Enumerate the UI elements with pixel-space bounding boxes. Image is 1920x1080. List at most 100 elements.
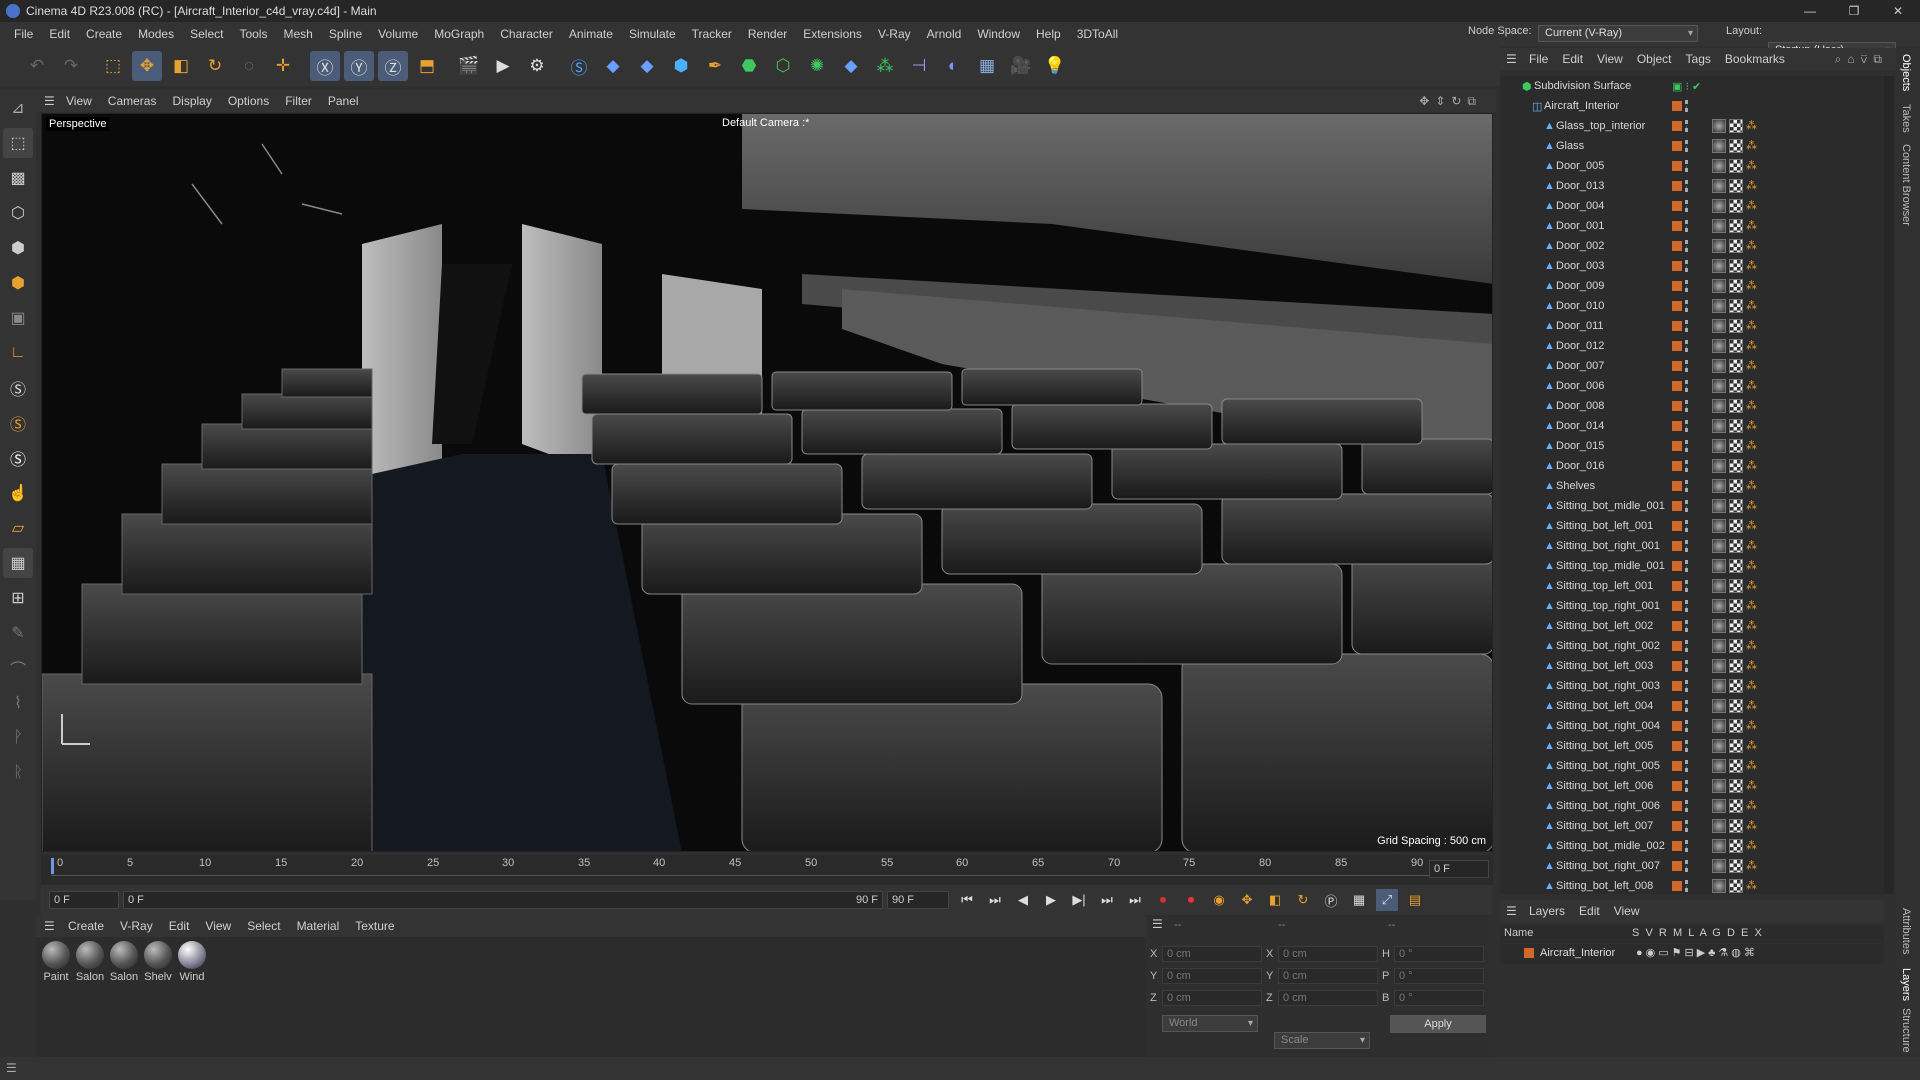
visibility-dots-icon[interactable] — [1685, 820, 1688, 832]
points-mode-icon[interactable]: ⬡ — [3, 198, 33, 228]
pla-key-icon[interactable]: ▦ — [1348, 889, 1370, 911]
phong-tag-icon[interactable]: ⁂ — [1746, 179, 1760, 193]
texture-tag-icon[interactable] — [1729, 619, 1743, 633]
texture-tag-icon[interactable] — [1729, 639, 1743, 653]
end-frame-field[interactable]: 90 F — [887, 891, 949, 909]
texture-tag-icon[interactable] — [1729, 819, 1743, 833]
vray-material-tag-icon[interactable] — [1712, 839, 1726, 853]
texture-tag-icon[interactable] — [1729, 139, 1743, 153]
texture-tag-icon[interactable] — [1729, 199, 1743, 213]
object-row[interactable]: ▲ Sitting_bot_right_003 ⁂ — [1500, 676, 1884, 696]
texture-tag-icon[interactable] — [1729, 179, 1743, 193]
object-row[interactable]: ◫ Aircraft_Interior — [1500, 96, 1884, 116]
subdivision-icon[interactable]: ⬣ — [734, 51, 764, 81]
texture-tag-icon[interactable] — [1729, 659, 1743, 673]
extrude-icon[interactable]: ⬡ — [768, 51, 798, 81]
phong-tag-icon[interactable]: ⁂ — [1746, 739, 1760, 753]
object-row[interactable]: ▲ Sitting_bot_right_005 ⁂ — [1500, 756, 1884, 776]
visibility-dots-icon[interactable] — [1685, 620, 1688, 632]
vray-material-tag-icon[interactable] — [1712, 619, 1726, 633]
object-row[interactable]: ▲ Door_006 ⁂ — [1500, 376, 1884, 396]
timeline-window-icon[interactable]: ▤ — [1404, 889, 1426, 911]
visibility-dots-icon[interactable] — [1685, 340, 1688, 352]
object-row[interactable]: ▲ Sitting_bot_right_004 ⁂ — [1500, 716, 1884, 736]
motion-clip-icon[interactable]: ⤢ — [1376, 889, 1398, 911]
texture-tag-icon[interactable] — [1729, 799, 1743, 813]
visibility-dots-icon[interactable] — [1685, 300, 1688, 312]
layer-color-swatch[interactable] — [1672, 161, 1682, 171]
playhead[interactable] — [51, 858, 54, 874]
phong-tag-icon[interactable]: ⁂ — [1746, 539, 1760, 553]
texture-tag-icon[interactable] — [1729, 699, 1743, 713]
layer-color-swatch[interactable] — [1672, 221, 1682, 231]
visibility-dots-icon[interactable] — [1685, 200, 1688, 212]
texture-tag-icon[interactable] — [1729, 479, 1743, 493]
layer-hamburger-icon[interactable]: ☰ — [1506, 904, 1522, 918]
layer-color-swatch[interactable] — [1672, 441, 1682, 451]
material-item[interactable]: Wind — [176, 941, 208, 983]
layer-color-swatch[interactable] — [1672, 701, 1682, 711]
material-item[interactable]: Paint — [40, 941, 72, 983]
visibility-dots-icon[interactable] — [1685, 660, 1688, 672]
maximize-button[interactable]: ❐ — [1832, 0, 1876, 22]
tab-objects[interactable]: Objects — [1900, 54, 1912, 91]
grid-icon[interactable]: ▦ — [3, 548, 33, 578]
menu-spline[interactable]: Spline — [321, 22, 370, 46]
size-x-field[interactable]: 0 cm — [1278, 946, 1378, 962]
layer-menu-layers[interactable]: Layers — [1522, 904, 1572, 918]
position-key-icon[interactable]: ✥ — [1236, 889, 1258, 911]
viewport-menu-display[interactable]: Display — [164, 94, 219, 108]
visibility-dots-icon[interactable] — [1685, 520, 1688, 532]
menu-window[interactable]: Window — [969, 22, 1028, 46]
object-row[interactable]: ▲ Door_012 ⁂ — [1500, 336, 1884, 356]
workplane-icon[interactable]: ▱ — [3, 513, 33, 543]
visibility-dots-icon[interactable] — [1685, 240, 1688, 252]
phong-tag-icon[interactable]: ⁂ — [1746, 499, 1760, 513]
rotation-b-field[interactable]: 0 ° — [1394, 990, 1484, 1006]
layer-color-swatch[interactable] — [1672, 861, 1682, 871]
layer-color-swatch[interactable] — [1672, 801, 1682, 811]
menu-tracker[interactable]: Tracker — [684, 22, 740, 46]
minimize-button[interactable]: — — [1788, 0, 1832, 22]
layer-color-swatch[interactable] — [1672, 561, 1682, 571]
visibility-dots-icon[interactable] — [1685, 860, 1688, 872]
vray-material-tag-icon[interactable] — [1712, 559, 1726, 573]
close-button[interactable]: ✕ — [1876, 0, 1920, 22]
object-row[interactable]: ▲ Sitting_bot_left_007 ⁂ — [1500, 816, 1884, 836]
transform-icon[interactable]: ✛ — [268, 51, 298, 81]
viewport-camera-label[interactable]: Default Camera :* — [722, 117, 809, 129]
material-menu-texture[interactable]: Texture — [347, 919, 402, 933]
object-menu-tags[interactable]: Tags — [1679, 52, 1718, 66]
viewport-menu-panel[interactable]: Panel — [320, 94, 367, 108]
layer-color-swatch[interactable] — [1672, 461, 1682, 471]
texture-tag-icon[interactable] — [1729, 739, 1743, 753]
layer-row[interactable]: Aircraft_Interior ●◉▭⚑⊟▶♣⚗◍⌘ — [1500, 944, 1884, 964]
menu-mograph[interactable]: MoGraph — [426, 22, 492, 46]
object-row[interactable]: ▲ Door_010 ⁂ — [1500, 296, 1884, 316]
vray-material-tag-icon[interactable] — [1712, 379, 1726, 393]
vray-material-tag-icon[interactable] — [1712, 499, 1726, 513]
floor-icon[interactable]: ▦ — [972, 51, 1002, 81]
snapping-2-icon[interactable]: Ⓢ — [3, 408, 33, 438]
texture-tag-icon[interactable] — [1729, 439, 1743, 453]
layer-color-swatch[interactable] — [1672, 881, 1682, 891]
live-selection-icon[interactable]: ⬚ — [98, 51, 128, 81]
visibility-dots-icon[interactable] — [1685, 220, 1688, 232]
phong-tag-icon[interactable]: ⁂ — [1746, 399, 1760, 413]
tab-attributes[interactable]: Attributes — [1900, 908, 1912, 954]
undo-icon[interactable]: ↶ — [22, 51, 52, 81]
scale-key-icon[interactable]: ◧ — [1264, 889, 1286, 911]
size-mode-select[interactable]: Scale — [1274, 1032, 1370, 1049]
vray-material-tag-icon[interactable] — [1712, 679, 1726, 693]
layer-color-swatch[interactable] — [1672, 381, 1682, 391]
texture-mode-icon[interactable]: ▩ — [3, 163, 33, 193]
vray-material-tag-icon[interactable] — [1712, 359, 1726, 373]
object-row[interactable]: ▲ Door_009 ⁂ — [1500, 276, 1884, 296]
rotate-tool-icon[interactable]: ↻ — [200, 51, 230, 81]
vray-material-tag-icon[interactable] — [1712, 759, 1726, 773]
layer-color-swatch[interactable] — [1672, 841, 1682, 851]
timeline-ruler[interactable]: 0 5 10 15 20 25 30 35 40 45 50 55 60 65 … — [41, 855, 1493, 885]
play-icon[interactable]: ▶ — [1040, 889, 1062, 911]
size-y-field[interactable]: 0 cm — [1278, 968, 1378, 984]
vray-material-tag-icon[interactable] — [1712, 659, 1726, 673]
